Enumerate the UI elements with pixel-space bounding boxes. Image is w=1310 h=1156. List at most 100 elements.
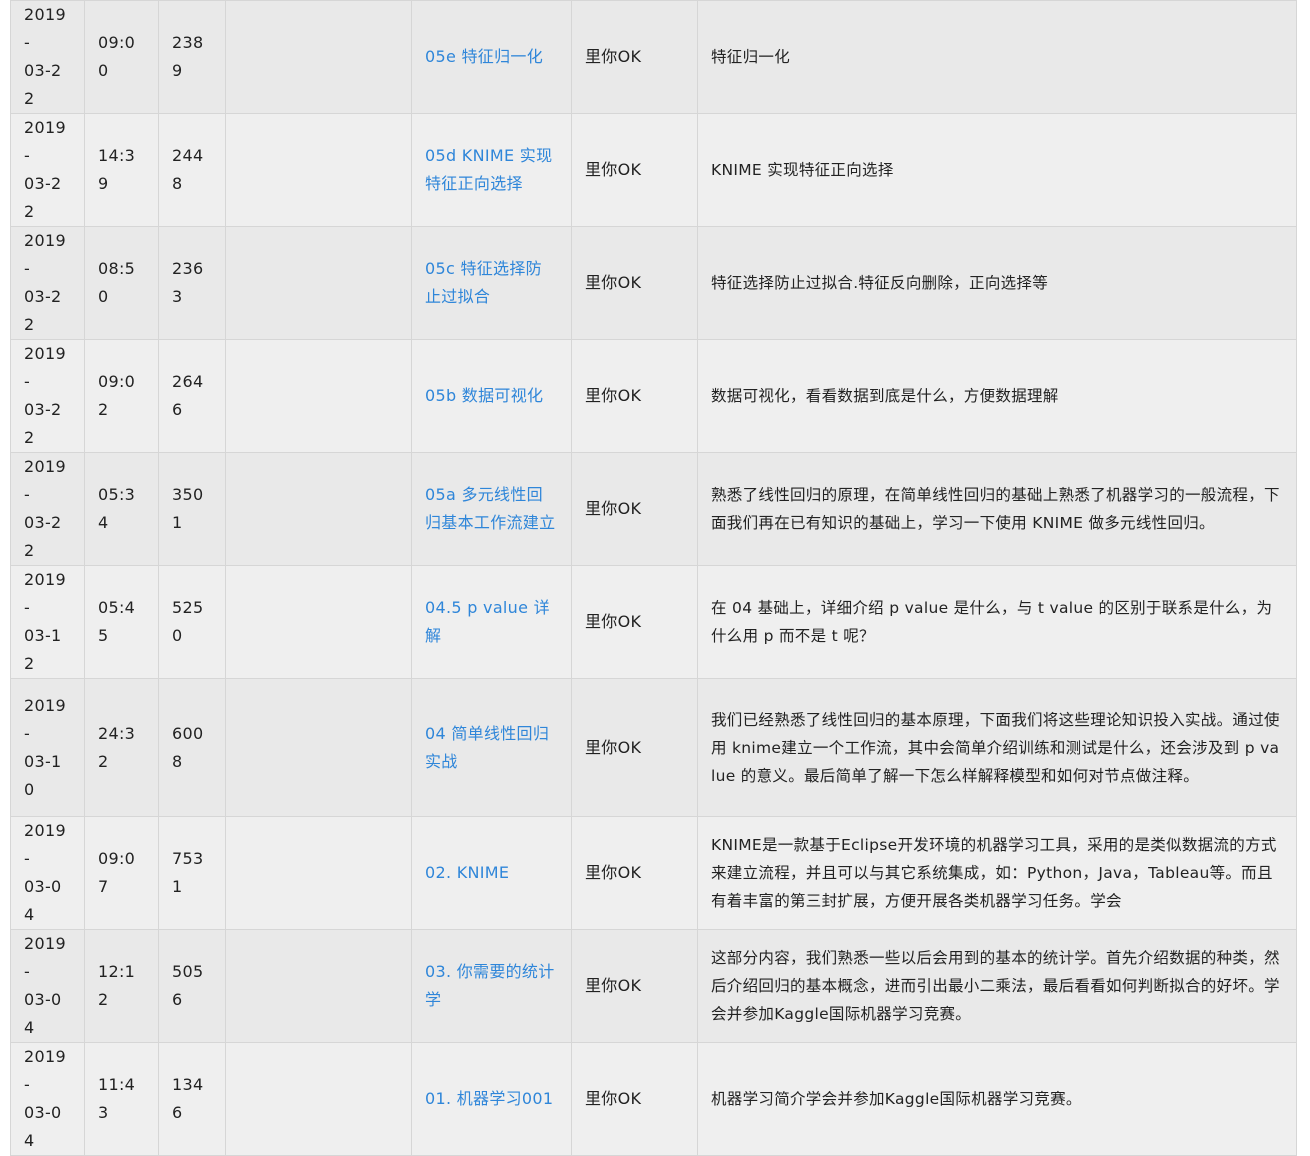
- time-cell: 09:02: [84, 339, 159, 453]
- description-cell: 特征归一化: [697, 0, 1297, 114]
- author-cell: 里你OK: [571, 113, 698, 227]
- date-cell: 2019- 03-04: [10, 1042, 85, 1156]
- empty-cell: [225, 816, 412, 930]
- date-cell: 2019- 03-04: [10, 816, 85, 930]
- table-body: 2019- 03-22 09:00 2389 05e 特征归一化 里你OK 特征归…: [10, 0, 1297, 1156]
- empty-cell: [225, 452, 412, 566]
- author-cell: 里你OK: [571, 565, 698, 679]
- views-cell: 2389: [158, 0, 226, 114]
- author-cell: 里你OK: [571, 226, 698, 340]
- title-cell: 01. 机器学习001: [411, 1042, 572, 1156]
- date-cell: 2019- 03-22: [10, 452, 85, 566]
- date-year: 2019-: [24, 821, 66, 868]
- time-cell: 05:34: [84, 452, 159, 566]
- date-month-day: 03-10: [24, 751, 62, 799]
- course-list: 2019- 03-22 09:00 2389 05e 特征归一化 里你OK 特征归…: [10, 0, 1297, 1156]
- date-month-day: 03-04: [24, 877, 62, 924]
- title-link[interactable]: 02. KNIME: [425, 863, 509, 882]
- title-link[interactable]: 05b 数据可视化: [425, 386, 543, 405]
- date-month-day: 03-22: [24, 174, 62, 221]
- date-month-day: 03-22: [24, 513, 62, 560]
- table-row: 2019- 03-22 05:34 3501 05a 多元线性回归基本工作流建立 …: [10, 452, 1297, 566]
- description-cell: 我们已经熟悉了线性回归的基本原理，下面我们将这些理论知识投入实战。通过使用 kn…: [697, 678, 1297, 817]
- title-link[interactable]: 05a 多元线性回归基本工作流建立: [425, 485, 555, 532]
- title-link[interactable]: 05c 特征选择防止过拟合: [425, 259, 542, 306]
- time-cell: 14:39: [84, 113, 159, 227]
- date-year: 2019-: [24, 118, 66, 165]
- description-cell: 特征选择防止过拟合.特征反向删除，正向选择等: [697, 226, 1297, 340]
- date-month-day: 03-22: [24, 287, 62, 334]
- views-cell: 2448: [158, 113, 226, 227]
- views-cell: 1346: [158, 1042, 226, 1156]
- description-cell: 机器学习简介学会并参加Kaggle国际机器学习竞赛。: [697, 1042, 1297, 1156]
- date-cell: 2019- 03-22: [10, 113, 85, 227]
- author-cell: 里你OK: [571, 1042, 698, 1156]
- views-cell: 2646: [158, 339, 226, 453]
- empty-cell: [225, 0, 412, 114]
- table-row: 2019- 03-22 08:50 2363 05c 特征选择防止过拟合 里你OK…: [10, 226, 1297, 340]
- title-link[interactable]: 05d KNIME 实现特征正向选择: [425, 146, 552, 193]
- title-link[interactable]: 04 简单线性回归实战: [425, 724, 549, 771]
- date-year: 2019-: [24, 457, 66, 504]
- title-cell: 02. KNIME: [411, 816, 572, 930]
- title-link[interactable]: 04.5 p value 详解: [425, 598, 550, 645]
- date-year: 2019-: [24, 1047, 66, 1094]
- date-year: 2019-: [24, 695, 66, 743]
- date-month-day: 03-04: [24, 990, 62, 1037]
- table-row: 2019- 03-22 14:39 2448 05d KNIME 实现特征正向选择…: [10, 113, 1297, 227]
- date-year: 2019-: [24, 231, 66, 278]
- author-cell: 里你OK: [571, 929, 698, 1043]
- date-year: 2019-: [24, 344, 66, 391]
- time-cell: 08:50: [84, 226, 159, 340]
- author-cell: 里你OK: [571, 0, 698, 114]
- table-row: 2019- 03-04 11:43 1346 01. 机器学习001 里你OK 机…: [10, 1042, 1297, 1156]
- title-cell: 03. 你需要的统计学: [411, 929, 572, 1043]
- date-cell: 2019- 03-04: [10, 929, 85, 1043]
- author-cell: 里你OK: [571, 816, 698, 930]
- course-table: 2019- 03-22 09:00 2389 05e 特征归一化 里你OK 特征归…: [10, 0, 1297, 1156]
- title-cell: 05a 多元线性回归基本工作流建立: [411, 452, 572, 566]
- views-cell: 6008: [158, 678, 226, 817]
- author-cell: 里你OK: [571, 339, 698, 453]
- table-row: 2019- 03-04 09:07 7531 02. KNIME 里你OK KNI…: [10, 816, 1297, 930]
- date-year: 2019-: [24, 934, 66, 981]
- views-cell: 3501: [158, 452, 226, 566]
- time-cell: 09:00: [84, 0, 159, 114]
- description-cell: KNIME 实现特征正向选择: [697, 113, 1297, 227]
- date-cell: 2019- 03-22: [10, 226, 85, 340]
- time-cell: 09:07: [84, 816, 159, 930]
- date-year: 2019-: [24, 570, 66, 617]
- title-cell: 05b 数据可视化: [411, 339, 572, 453]
- views-cell: 2363: [158, 226, 226, 340]
- title-link[interactable]: 01. 机器学习001: [425, 1089, 553, 1108]
- title-cell: 05e 特征归一化: [411, 0, 572, 114]
- author-cell: 里你OK: [571, 678, 698, 817]
- empty-cell: [225, 678, 412, 817]
- empty-cell: [225, 1042, 412, 1156]
- title-link[interactable]: 05e 特征归一化: [425, 47, 543, 66]
- title-cell: 04.5 p value 详解: [411, 565, 572, 679]
- title-cell: 04 简单线性回归实战: [411, 678, 572, 817]
- table-row: 2019- 03-10 24:32 6008 04 简单线性回归实战 里你OK 我…: [10, 678, 1297, 817]
- description-cell: 熟悉了线性回归的原理，在简单线性回归的基础上熟悉了机器学习的一般流程，下面我们再…: [697, 452, 1297, 566]
- views-cell: 7531: [158, 816, 226, 930]
- description-cell: 这部分内容，我们熟悉一些以后会用到的基本的统计学。首先介绍数据的种类，然后介绍回…: [697, 929, 1297, 1043]
- description-cell: 在 04 基础上，详细介绍 p value 是什么，与 t value 的区别于…: [697, 565, 1297, 679]
- date-year: 2019-: [24, 5, 66, 52]
- description-cell: 数据可视化，看看数据到底是什么，方便数据理解: [697, 339, 1297, 453]
- views-cell: 5056: [158, 929, 226, 1043]
- date-cell: 2019- 03-10: [10, 678, 85, 817]
- title-cell: 05d KNIME 实现特征正向选择: [411, 113, 572, 227]
- date-month-day: 03-22: [24, 61, 62, 108]
- empty-cell: [225, 929, 412, 1043]
- empty-cell: [225, 339, 412, 453]
- time-cell: 24:32: [84, 678, 159, 817]
- table-row: 2019- 03-22 09:00 2389 05e 特征归一化 里你OK 特征归…: [10, 0, 1297, 114]
- title-link[interactable]: 03. 你需要的统计学: [425, 962, 555, 1009]
- table-row: 2019- 03-22 09:02 2646 05b 数据可视化 里你OK 数据可…: [10, 339, 1297, 453]
- empty-cell: [225, 565, 412, 679]
- date-month-day: 03-12: [24, 626, 62, 673]
- date-month-day: 03-22: [24, 400, 62, 447]
- time-cell: 05:45: [84, 565, 159, 679]
- author-cell: 里你OK: [571, 452, 698, 566]
